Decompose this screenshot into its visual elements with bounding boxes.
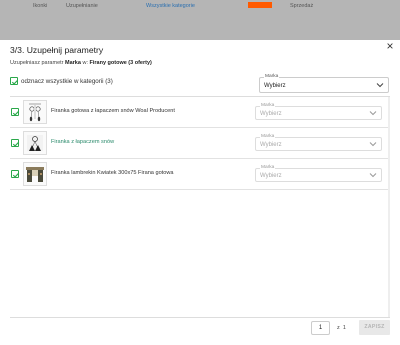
select-label: Marka [260, 134, 276, 139]
modal-footer: 1 z 1 ZAPISZ [0, 318, 400, 345]
product-thumbnail [23, 131, 47, 155]
subtitle-prefix: Uzupełniasz parametr [10, 60, 64, 66]
brand-select[interactable]: Marka Wybierz [255, 103, 382, 120]
select-all-label: odznacz wszystkie w kategorii (3) [21, 77, 113, 85]
bg-link: Wszystkie kategorie [146, 3, 195, 9]
offer-row: Firanka z łapaczem snów Marka Wybierz [10, 128, 388, 159]
offer-name-link[interactable]: Firanka z łapaczem snów [51, 139, 114, 145]
scrollbar[interactable] [388, 97, 390, 317]
page-input[interactable]: 1 [311, 321, 330, 335]
brand-select[interactable]: Marka Wybierz [255, 165, 382, 182]
select-value: Wybierz [260, 111, 282, 117]
fill-parameters-modal: × 3/3. Uzupełnij parametry Uzupełniasz p… [0, 40, 400, 345]
modal-subtitle: Uzupełniasz parametr Marka w: Firany got… [10, 60, 152, 66]
product-thumbnail [23, 100, 47, 124]
checkbox-icon[interactable] [11, 139, 20, 147]
bg-text: Sprzedaż [290, 3, 314, 9]
select-label: Marka [264, 74, 280, 79]
brand-select[interactable]: Marka Wybierz [255, 134, 382, 151]
select-value: Wybierz [264, 83, 286, 89]
category-name: Firany gotowe (3 oferty) [89, 60, 152, 66]
chevron-down-icon [369, 173, 377, 178]
close-icon[interactable]: × [385, 40, 395, 52]
bg-text: Uzupełnianie [66, 3, 98, 9]
subtitle-mid: w: [82, 60, 88, 66]
offers-list: Firanka gotowa z łapaczem snów Woal Prod… [10, 96, 390, 318]
chevron-down-icon [369, 142, 377, 147]
offer-name: Firanka gotowa z łapaczem snów Woal Prod… [51, 108, 175, 114]
product-thumbnail [23, 162, 47, 186]
page-total: 1 [342, 325, 346, 331]
offer-name: Firanka lambrekin Kwiatek 300x75 Firana … [51, 170, 174, 176]
offer-row: Firanka gotowa z łapaczem snów Woal Prod… [10, 97, 388, 128]
select-label: Marka [260, 103, 276, 108]
modal-title: 3/3. Uzupełnij parametry [10, 45, 104, 55]
bg-accent [248, 2, 272, 8]
bulk-brand-select[interactable]: Marka Wybierz [259, 74, 389, 93]
save-button[interactable]: ZAPISZ [359, 320, 390, 335]
bg-text: Ikonki [33, 3, 48, 9]
select-label: Marka [260, 165, 276, 170]
select-value: Wybierz [260, 173, 282, 179]
chevron-down-icon [369, 111, 377, 116]
chevron-down-icon [376, 83, 384, 88]
page-sep: z [337, 325, 340, 331]
page-info: z 1 [337, 325, 346, 331]
checkbox-icon[interactable] [10, 77, 19, 85]
checkbox-icon[interactable] [11, 108, 20, 116]
select-all-toggle[interactable]: odznacz wszystkie w kategorii (3) [10, 77, 113, 85]
select-value: Wybierz [260, 142, 282, 148]
checkbox-icon[interactable] [11, 170, 20, 178]
offer-row: Firanka lambrekin Kwiatek 300x75 Firana … [10, 159, 388, 190]
background-page: Ikonki Uzupełnianie Wszystkie kategorie … [0, 0, 400, 40]
param-name: Marka [65, 60, 81, 66]
